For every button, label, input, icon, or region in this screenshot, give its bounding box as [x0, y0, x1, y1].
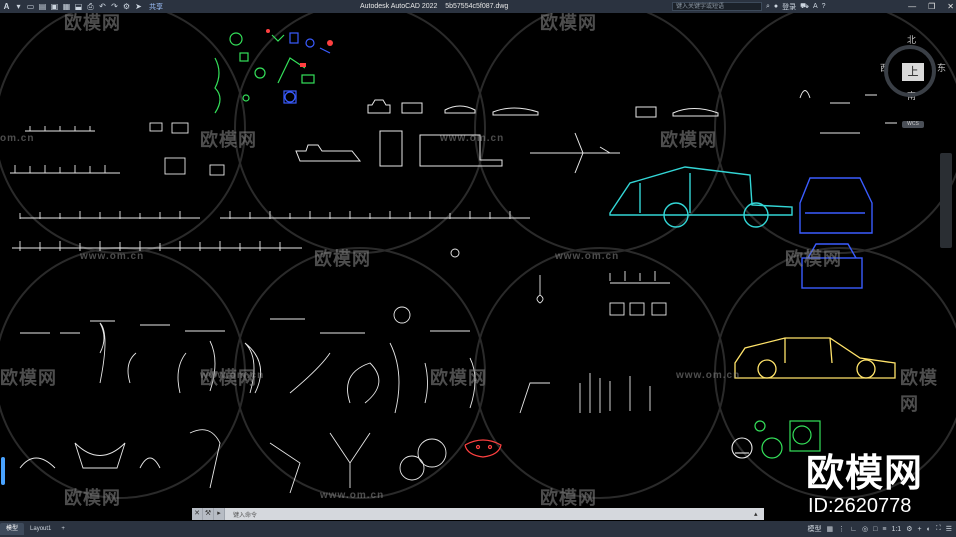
emblem-white — [731, 437, 753, 459]
fullscreen-icon[interactable]: ⛶ — [936, 525, 941, 533]
yellow-sedan — [734, 337, 896, 379]
watermark-url: www.om.cn — [320, 490, 385, 501]
gear-icon[interactable]: ⚙ — [906, 525, 912, 533]
figure-drawings — [19, 248, 651, 494]
watermark-url: www.om.cn — [440, 133, 505, 144]
plot-icon[interactable]: ⎙ — [86, 2, 95, 11]
viewcube[interactable]: 北 西 东 南 上 WCS — [880, 33, 946, 133]
green-symbols — [214, 32, 315, 114]
wcs-menu[interactable]: WCS — [902, 121, 924, 128]
undo-icon[interactable]: ↶ — [98, 2, 107, 11]
command-input[interactable]: 键入命令 — [233, 510, 257, 519]
watermark-url: www.om.cn — [80, 251, 145, 262]
vehicle-drawings — [295, 99, 719, 174]
menu-lines-icon[interactable]: ☰ — [946, 525, 952, 533]
grid-icon[interactable]: ▦ — [827, 525, 834, 533]
watermark-text: 欧模网 — [200, 130, 257, 150]
search-icon[interactable]: ⌕ — [766, 3, 770, 11]
status-tools: 模型 ▦ ⋮ ∟ ◎ □ ≡ 1:1 ⚙ + ◐ ⛶ ☰ — [808, 521, 952, 537]
titlebar-tools: ⌕ ● 登录 ⛟ A ? — [766, 0, 826, 13]
brand-id: ID:2620778 — [808, 495, 912, 517]
watermark-text: 欧模网 — [64, 13, 121, 33]
model-space-label[interactable]: 模型 — [808, 524, 822, 534]
brand-logo-text: 欧模网 — [806, 453, 924, 495]
command-prompt-icon[interactable]: ▸ — [214, 508, 225, 520]
menu-icon[interactable]: ▾ — [14, 2, 23, 11]
title-bar: A ▾ ▭ ▤ ▣ ▦ ⬓ ⎙ ↶ ↷ ⚙ ➤ 共享 Autodesk Auto… — [0, 0, 956, 13]
app-title: Autodesk AutoCAD 2022 — [360, 3, 438, 10]
command-line[interactable]: ✕ ⚒ ▸ 键入命令 ▴ — [192, 508, 764, 520]
minimize-button[interactable]: — — [908, 2, 916, 11]
drawing-canvas[interactable]: 欧模网 欧模网 欧模网 欧模网 欧模网 欧模网 欧模网 欧模网 欧模网 欧模网 … — [0, 13, 956, 521]
saveas-icon[interactable]: ▦ — [62, 2, 71, 11]
close-icon[interactable]: ✕ — [192, 508, 203, 520]
watermark-url: www.om.cn — [676, 370, 741, 381]
viewcube-top-face[interactable]: 上 — [902, 63, 924, 81]
new-icon[interactable]: ▭ — [26, 2, 35, 11]
watermark-text: 欧模网 — [785, 249, 842, 269]
search-input[interactable]: 键入关键字或短语 — [672, 2, 762, 11]
tab-model[interactable]: 模型 — [0, 523, 25, 535]
watermark-text: 欧模网 — [314, 249, 371, 269]
add-layout-button[interactable]: + — [57, 523, 69, 535]
signin-button[interactable]: 登录 — [782, 2, 796, 12]
red-dog — [464, 439, 502, 458]
ortho-icon[interactable]: ∟ — [850, 526, 857, 533]
watermark-url: www.om.cn — [555, 251, 620, 262]
blue-symbols — [283, 32, 331, 104]
app-logo-icon[interactable]: A — [2, 2, 11, 11]
file-name: 5b57554c5f087.dwg — [445, 3, 509, 10]
viewcube-east[interactable]: 东 — [937, 61, 946, 74]
autodesk-a360-icon[interactable]: A — [813, 3, 818, 10]
search-placeholder: 键入关键字或短语 — [676, 4, 725, 10]
snap-icon[interactable]: ⋮ — [838, 525, 845, 533]
chevron-up-icon[interactable]: ▴ — [754, 510, 764, 518]
cart-icon[interactable]: ⛟ — [800, 2, 809, 11]
user-icon[interactable]: ● — [774, 3, 778, 10]
share-button[interactable]: 共享 — [149, 2, 163, 12]
status-bar: 模型 Layout1 + 模型 ▦ ⋮ ∟ ◎ □ ≡ 1:1 ⚙ + ◐ ⛶ … — [0, 521, 956, 537]
lineweight-icon[interactable]: ≡ — [882, 526, 886, 533]
window-controls: — ❐ ✕ — [908, 0, 954, 13]
watermark-text: 欧模网 — [540, 488, 597, 508]
watermark-url: www.om.cn — [200, 370, 265, 381]
blue-car — [799, 177, 873, 289]
annotation-scale-label[interactable]: 1:1 — [891, 526, 901, 533]
save-icon[interactable]: ▣ — [50, 2, 59, 11]
polar-icon[interactable]: ◎ — [862, 525, 868, 533]
navigation-bar[interactable] — [940, 153, 952, 248]
palette-handle[interactable] — [1, 457, 5, 485]
watermark-text: 欧模网 — [660, 130, 717, 150]
watermark-text: 欧模网 — [900, 368, 938, 414]
cyan-truck — [609, 166, 793, 228]
window-title: Autodesk AutoCAD 2022 5b57554c5f087.dwg — [360, 0, 508, 13]
redo-icon[interactable]: ↷ — [110, 2, 119, 11]
watermark-text: 欧模网 — [540, 13, 597, 33]
share-icon[interactable]: ➤ — [134, 2, 143, 11]
wrench-icon[interactable]: ⚒ — [203, 508, 214, 520]
help-icon[interactable]: ? — [822, 3, 826, 10]
workspace-icon[interactable]: ⚙ — [122, 2, 131, 11]
open-web-icon[interactable]: ⬓ — [74, 2, 83, 11]
restore-button[interactable]: ❐ — [928, 2, 935, 11]
plus-icon[interactable]: + — [917, 526, 921, 533]
quick-access-toolbar: A ▾ ▭ ▤ ▣ ▦ ⬓ ⎙ ↶ ↷ ⚙ ➤ 共享 — [0, 2, 163, 12]
watermark-url: om.cn — [0, 133, 35, 144]
tab-layout1[interactable]: Layout1 — [24, 523, 57, 535]
close-button[interactable]: ✕ — [947, 2, 954, 11]
open-icon[interactable]: ▤ — [38, 2, 47, 11]
osnap-icon[interactable]: □ — [873, 526, 877, 533]
watermark-text: 欧模网 — [0, 368, 57, 388]
watermark-text: 欧模网 — [430, 368, 487, 388]
watermark-text: 欧模网 — [64, 488, 121, 508]
isolate-icon[interactable]: ◐ — [927, 526, 931, 533]
